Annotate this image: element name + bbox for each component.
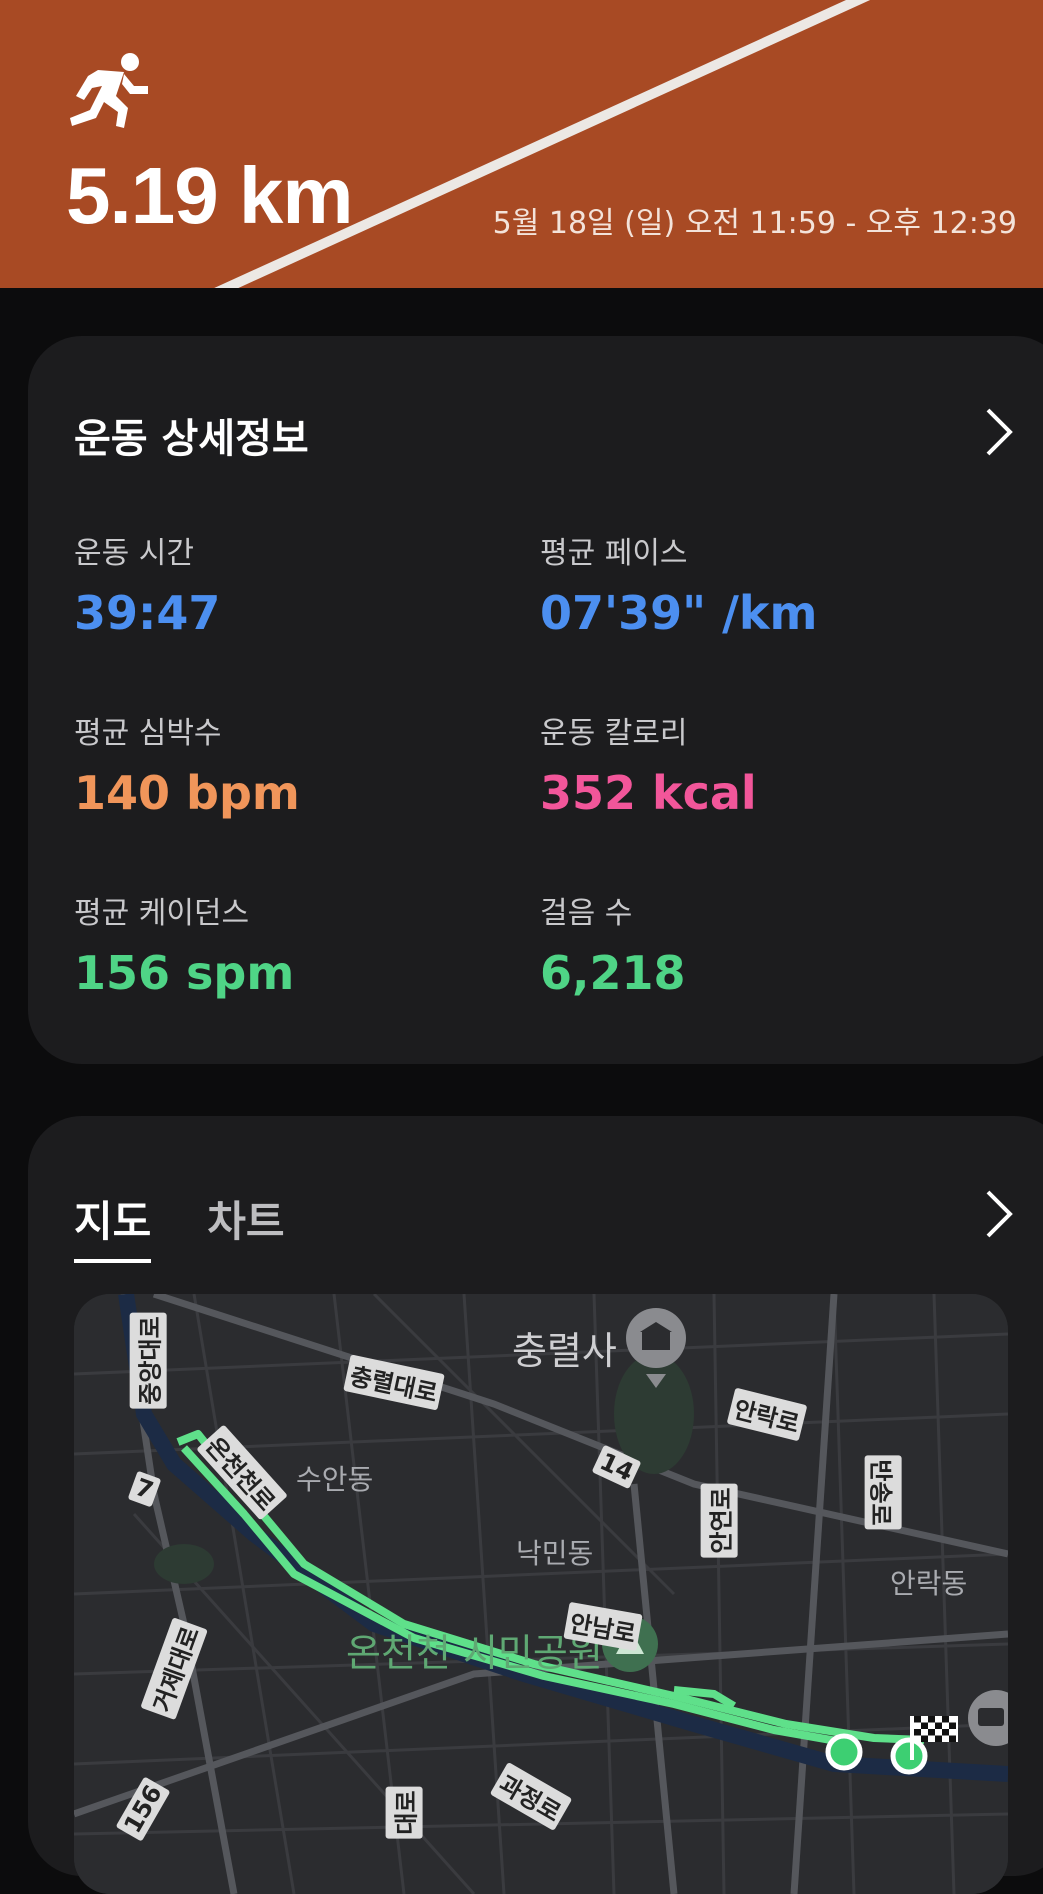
stat-value: 39:47 (74, 586, 221, 640)
stat-value: 6,218 (540, 946, 686, 1000)
stat-steps: 걸음 수 6,218 (540, 888, 686, 1000)
stat-avg-pace: 평균 페이스 07'39" /km (540, 528, 817, 640)
stat-duration: 운동 시간 39:47 (74, 528, 220, 640)
workout-details-card[interactable]: 운동 상세정보 운동 시간 39:47 평균 페이스 07'39" /km 평균… (28, 336, 1043, 1064)
road-label: 대로 (385, 1786, 423, 1839)
stat-label: 평균 페이스 (540, 536, 688, 571)
chevron-right-icon[interactable] (982, 406, 1016, 458)
stat-label: 걸음 수 (540, 896, 633, 931)
distance-value: 5.19 km (66, 151, 354, 240)
stat-calories: 운동 칼로리 352 kcal (540, 708, 757, 820)
poi-label: 충렬사 (512, 1329, 617, 1373)
tab-map[interactable]: 지도 (74, 1188, 152, 1263)
track-background (0, 0, 1043, 288)
area-label: 낙민동 (516, 1537, 594, 1570)
area-label: 안락동 (890, 1567, 968, 1600)
tab-chart[interactable]: 차트 (207, 1188, 284, 1263)
map-card: 지도 차트 충렬사 온천천 시민공원 수안동 낙민동 안락동 중앙대로 충렬대로… (28, 1116, 1043, 1894)
stat-value: 352 kcal (540, 766, 757, 820)
stat-value: 140 bpm (74, 766, 300, 820)
stat-avg-cadence: 평균 케이던스 156 spm (74, 888, 294, 1000)
road-label: 안연로 (700, 1483, 738, 1558)
stat-value: 156 spm (74, 946, 295, 1000)
stat-label: 평균 심박수 (74, 716, 222, 751)
map-chart-tabs: 지도 차트 (74, 1188, 285, 1263)
stat-label: 운동 시간 (74, 536, 194, 571)
road-label: 반송로 (864, 1455, 902, 1530)
running-icon (70, 53, 148, 128)
road-label: 중앙대로 (129, 1312, 167, 1409)
area-label: 수안동 (296, 1463, 374, 1496)
workout-datetime: 5월 18일 (일) 오전 11:59 - 오후 12:39 (492, 206, 1017, 241)
stat-avg-heart-rate: 평균 심박수 140 bpm (74, 708, 300, 820)
chevron-right-icon[interactable] (982, 1188, 1016, 1240)
stat-label: 평균 케이던스 (74, 896, 250, 931)
stat-label: 운동 칼로리 (540, 716, 688, 751)
route-map[interactable]: 충렬사 온천천 시민공원 수안동 낙민동 안락동 중앙대로 충렬대로 온천천로 … (74, 1294, 1008, 1894)
details-title: 운동 상세정보 (74, 416, 309, 462)
workout-header: 5.19 km 5월 18일 (일) 오전 11:59 - 오후 12:39 (0, 0, 1043, 288)
stat-value: 07'39" /km (540, 586, 818, 640)
